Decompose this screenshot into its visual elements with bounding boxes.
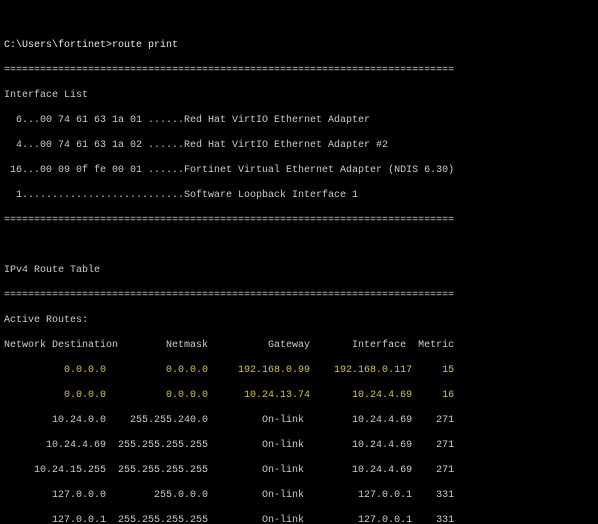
- ipv4-route-row: 127.0.0.0 255.0.0.0 On-link 127.0.0.1 33…: [4, 490, 454, 501]
- iface-row: 16...00 09 0f fe 00 01 ......Fortinet Vi…: [4, 165, 454, 176]
- ipv4-columns: Network Destination Netmask Gateway Inte…: [4, 340, 454, 351]
- divider: ========================================…: [4, 290, 454, 301]
- iface-row: 4...00 74 61 63 1a 02 ......Red Hat Virt…: [4, 140, 388, 151]
- divider: ========================================…: [4, 65, 454, 76]
- ipv4-route-row: 127.0.0.1 255.255.255.255 On-link 127.0.…: [4, 515, 454, 524]
- ipv4-route-row: 10.24.4.69 255.255.255.255 On-link 10.24…: [4, 440, 454, 451]
- ipv4-route-row: 10.24.0.0 255.255.240.0 On-link 10.24.4.…: [4, 415, 454, 426]
- ipv4-title: IPv4 Route Table: [4, 265, 100, 276]
- terminal-window: C:\Users\fortinet>route print ==========…: [0, 25, 598, 524]
- divider: ========================================…: [4, 215, 454, 226]
- iface-row: 1...........................Software Loo…: [4, 190, 358, 201]
- ipv4-route-row: 0.0.0.0 0.0.0.0 10.24.13.74 10.24.4.69 1…: [4, 390, 454, 401]
- ipv4-route-row: 0.0.0.0 0.0.0.0 192.168.0.99 192.168.0.1…: [4, 365, 454, 376]
- prompt-line-1[interactable]: C:\Users\fortinet>route print: [4, 40, 178, 51]
- ipv4-route-row: 10.24.15.255 255.255.255.255 On-link 10.…: [4, 465, 454, 476]
- iface-header: Interface List: [4, 90, 88, 101]
- iface-row: 6...00 74 61 63 1a 01 ......Red Hat Virt…: [4, 115, 370, 126]
- active-routes-label: Active Routes:: [4, 315, 88, 326]
